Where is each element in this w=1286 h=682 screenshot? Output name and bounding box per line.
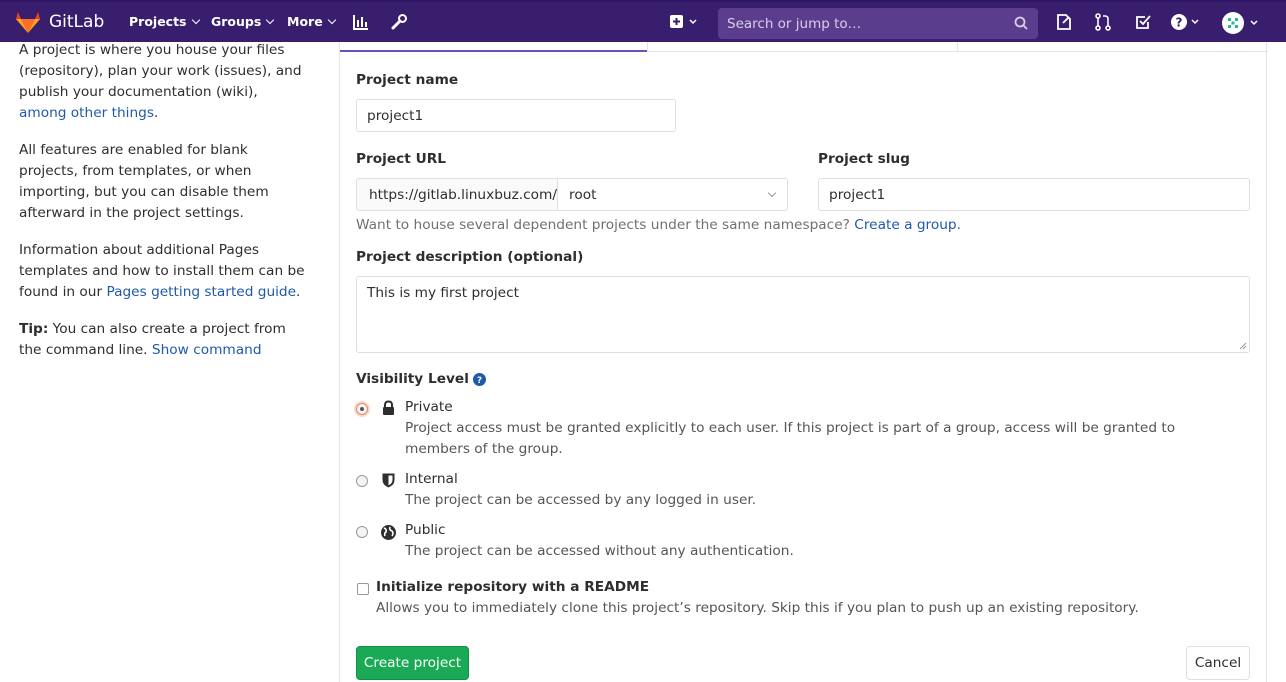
projects-menu[interactable]: Projects xyxy=(129,14,200,29)
project-url-label: Project URL xyxy=(356,151,446,167)
more-menu-label: More xyxy=(287,14,323,29)
init-readme-checkbox[interactable] xyxy=(357,583,369,595)
project-slug-label: Project slug xyxy=(818,151,910,167)
sidebar-tip: Tip: You can also create a project from … xyxy=(19,319,309,361)
todo-issues-icon[interactable] xyxy=(1055,13,1073,35)
init-readme-desc: Allows you to immediately clone this pro… xyxy=(376,600,1139,616)
search-box[interactable] xyxy=(718,8,1038,39)
project-slug-input[interactable]: project1 xyxy=(818,178,1250,211)
visibility-public-title: Public xyxy=(405,522,446,538)
visibility-internal-desc: The project can be accessed by any logge… xyxy=(405,492,757,508)
sidebar-pages-period: . xyxy=(296,284,301,300)
namespace-value: root xyxy=(569,186,597,203)
globe-icon xyxy=(381,525,396,540)
lock-icon xyxy=(383,400,394,415)
project-description-value: This is my first project xyxy=(367,285,519,301)
visibility-private-desc: Project access must be granted explicitl… xyxy=(405,420,1176,457)
more-menu[interactable]: More xyxy=(287,14,336,29)
namespace-select[interactable]: root xyxy=(557,178,788,211)
groups-menu[interactable]: Groups xyxy=(211,14,275,29)
visibility-level-label: Visibility Level xyxy=(356,371,469,387)
pages-guide-link[interactable]: Pages getting started guide xyxy=(106,284,296,300)
todos-checkbox-icon[interactable] xyxy=(1134,13,1152,35)
search-icon xyxy=(1014,16,1028,34)
visibility-public-radio[interactable] xyxy=(356,526,368,538)
visibility-private-title: Private xyxy=(405,399,453,415)
visibility-internal-title: Internal xyxy=(405,471,458,487)
project-name-input[interactable]: project1 xyxy=(356,99,676,132)
sidebar-intro-period: . xyxy=(153,105,159,121)
project-name-label: Project name xyxy=(356,72,459,88)
tab-divider xyxy=(647,42,648,52)
active-tab-indicator xyxy=(340,50,648,52)
new-item-plus-icon[interactable] xyxy=(669,13,701,35)
brand-name: GitLab xyxy=(49,12,105,32)
chevron-down-icon xyxy=(327,15,336,24)
namespace-help-text: Want to house several dependent projects… xyxy=(356,217,850,233)
project-url-prefix: https://gitlab.linuxbuz.com/ xyxy=(356,178,558,211)
projects-menu-label: Projects xyxy=(129,14,187,29)
resize-handle-icon[interactable] xyxy=(1239,342,1247,350)
visibility-level-heading: Visibility Level ? xyxy=(356,371,486,387)
activity-chart-icon[interactable] xyxy=(352,13,370,35)
svg-text:?: ? xyxy=(1176,16,1183,30)
help-question-icon[interactable]: ? xyxy=(1170,13,1204,35)
chevron-down-icon xyxy=(191,15,200,24)
gitlab-tanuki-icon xyxy=(16,12,40,33)
user-avatar[interactable] xyxy=(1221,11,1261,39)
search-input[interactable] xyxy=(727,15,1007,32)
shield-icon xyxy=(382,473,395,488)
admin-wrench-icon[interactable] xyxy=(390,13,408,35)
sidebar-intro: A project is where you house your files … xyxy=(19,40,309,124)
create-project-button[interactable]: Create project xyxy=(356,646,469,680)
init-readme-label: Initialize repository with a README xyxy=(376,579,650,595)
visibility-public-desc: The project can be accessed without any … xyxy=(405,543,794,559)
sidebar-intro-text: A project is where you house your files … xyxy=(19,42,302,100)
sidebar-features: All features are enabled for blank proje… xyxy=(19,142,269,221)
help-question-icon[interactable]: ? xyxy=(472,372,486,386)
svg-text:?: ? xyxy=(477,376,482,386)
top-navbar: GitLab Projects Groups More ? xyxy=(0,0,1286,42)
tip-label: Tip: xyxy=(19,321,49,337)
visibility-private-radio[interactable] xyxy=(356,403,368,415)
gitlab-logo[interactable]: GitLab xyxy=(15,10,104,34)
namespace-help: Want to house several dependent projects… xyxy=(356,217,961,233)
project-description-textarea[interactable]: This is my first project xyxy=(356,276,1250,353)
tab-divider xyxy=(957,42,958,52)
cancel-button[interactable]: Cancel xyxy=(1186,646,1250,680)
chevron-down-icon xyxy=(266,15,275,24)
merge-requests-icon[interactable] xyxy=(1094,13,1112,35)
sidebar-pages-info: Information about additional Pages templ… xyxy=(19,240,309,303)
groups-menu-label: Groups xyxy=(211,14,262,29)
project-description-label: Project description (optional) xyxy=(356,249,584,265)
among-other-things-link[interactable]: among other things xyxy=(19,105,154,121)
create-group-link[interactable]: Create a group. xyxy=(854,217,961,233)
new-project-sidebar: A project is where you house your files … xyxy=(19,40,309,377)
visibility-internal-radio[interactable] xyxy=(356,475,368,487)
show-command-link[interactable]: Show command xyxy=(152,342,262,358)
chevron-down-icon xyxy=(767,188,777,198)
